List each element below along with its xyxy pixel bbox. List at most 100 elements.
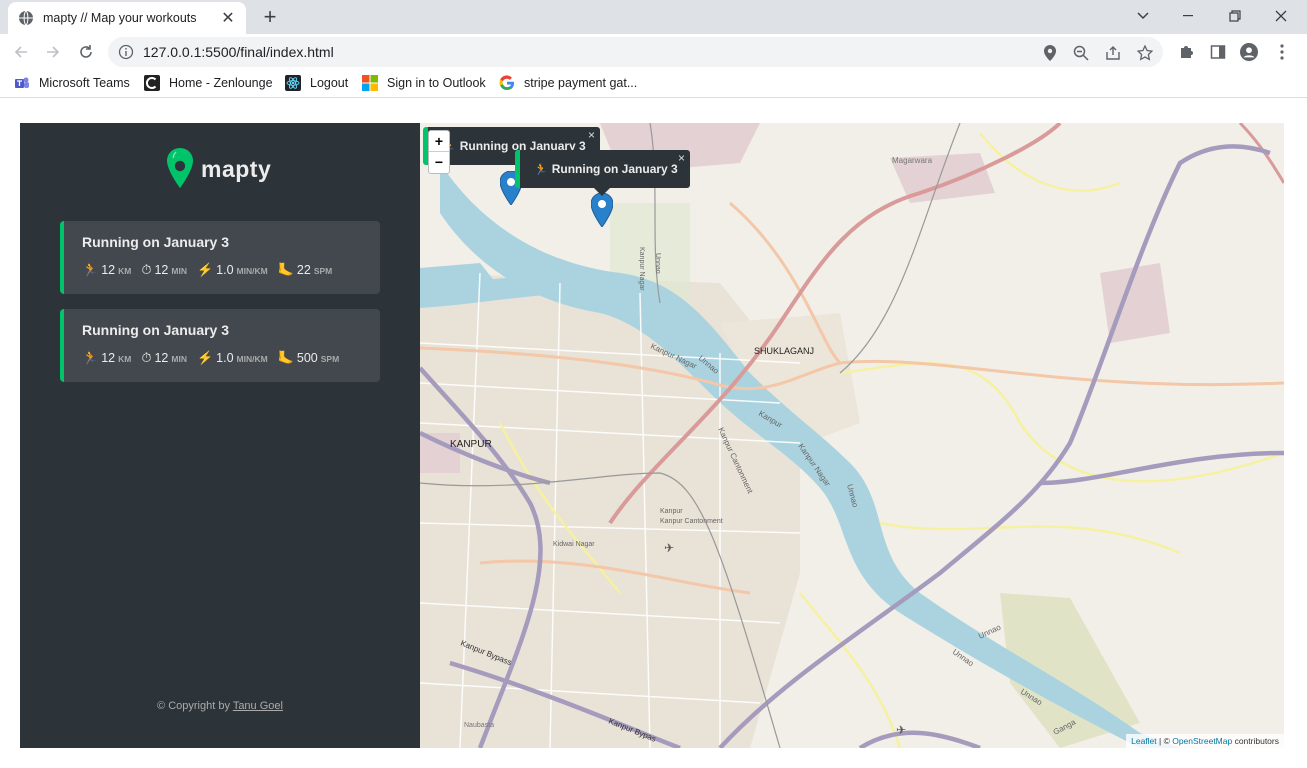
- attribution-separator: | ©: [1156, 736, 1173, 746]
- distance-unit: km: [118, 266, 132, 276]
- cadence-value: 22: [296, 263, 311, 277]
- share-icon[interactable]: [1104, 44, 1122, 62]
- location-pin-icon[interactable]: [1041, 44, 1059, 62]
- zoom-magnifier-icon[interactable]: [1072, 44, 1090, 62]
- bookmark-star-icon[interactable]: [1136, 44, 1154, 62]
- bookmark-label: Microsoft Teams: [39, 76, 130, 90]
- lightning-icon: ⚡: [196, 262, 214, 277]
- extensions-puzzle-icon[interactable]: [1177, 43, 1195, 61]
- profile-avatar-icon[interactable]: [1240, 43, 1258, 61]
- map-pin-logo-icon: [167, 148, 193, 188]
- zoom-control: + −: [428, 130, 450, 174]
- map-label-unnao-side: Unnao: [654, 253, 661, 274]
- workout-card[interactable]: Running on January 3 🏃 12 km ⏱ 12 min ⚡ …: [60, 221, 380, 294]
- popup-label: Running on January 3: [551, 162, 678, 176]
- leaflet-link[interactable]: Leaflet: [1131, 736, 1157, 746]
- map-tiles[interactable]: ✈ ✈ KANPUR SHUKLAGANJ Magarwara Kanpur K…: [420, 123, 1284, 748]
- attribution-suffix: contributors: [1232, 736, 1279, 746]
- google-icon: [499, 75, 514, 91]
- map-label-kanpur-side: Kanpur Nagar: [638, 247, 645, 291]
- browser-tab-bar: mapty // Map your workouts ✕ +: [0, 0, 1307, 34]
- bookmark-stripe-payment[interactable]: stripe payment gat...: [499, 75, 637, 91]
- back-arrow-icon[interactable]: [9, 40, 33, 64]
- sidebar: mapty Running on January 3 🏃 12 km ⏱ 12 …: [20, 123, 420, 748]
- copyright-prefix: © Copyright by: [157, 700, 233, 712]
- zoom-in-button[interactable]: +: [429, 131, 449, 152]
- duration-value: 12: [154, 351, 169, 365]
- map-attribution: Leaflet | © OpenStreetMap contributors: [1126, 734, 1284, 748]
- workout-distance: 🏃 12 km: [82, 262, 131, 278]
- bookmark-microsoft-teams[interactable]: Microsoft Teams: [14, 75, 130, 91]
- bookmark-label: Home - Zenlounge: [169, 76, 273, 90]
- stopwatch-icon: ⏱: [141, 262, 152, 277]
- duration-value: 12: [154, 263, 169, 277]
- pace-value: 1.0: [216, 263, 234, 277]
- reload-icon[interactable]: [74, 40, 98, 64]
- tab-search-chevron-down-icon[interactable]: [1129, 4, 1157, 28]
- bookmark-logout[interactable]: Logout: [285, 75, 348, 91]
- workout-distance: 🏃 12 km: [82, 350, 131, 366]
- map-label-kidwai-nagar: Kidwai Nagar: [553, 541, 595, 548]
- pace-value: 1.0: [216, 351, 234, 365]
- map-label-cantonment: Kanpur Cantonment: [660, 518, 723, 525]
- duration-unit: min: [171, 266, 187, 276]
- workout-cadence: 🦶 22 spm: [278, 262, 333, 278]
- address-bar[interactable]: 127.0.0.1:5500/final/index.html: [108, 37, 1163, 67]
- cadence-unit: spm: [313, 266, 333, 276]
- tab-title: mapty // Map your workouts: [43, 11, 197, 25]
- workout-popup[interactable]: 🏃 Running on January 3 ×: [515, 150, 690, 188]
- forward-arrow-icon[interactable]: [41, 40, 65, 64]
- map-label-shuklaganj: SHUKLAGANJ: [754, 346, 814, 356]
- workout-title: Running on January 3: [82, 234, 230, 250]
- map-label-kanpur-rail: Kanpur: [660, 508, 683, 515]
- running-icon: 🏃: [82, 350, 99, 365]
- bookmarks-bar: Microsoft Teams Home - Zenlounge Logout …: [0, 70, 1307, 98]
- pace-unit: min/km: [236, 266, 268, 276]
- svg-text:✈: ✈: [664, 541, 674, 555]
- map-label-magarwara: Magarwara: [892, 156, 933, 165]
- workout-pace: ⚡ 1.0 min/km: [197, 350, 268, 366]
- bookmark-label: stripe payment gat...: [524, 76, 638, 90]
- copyright: © Copyright by Tanu Goel: [20, 700, 420, 712]
- side-panel-icon[interactable]: [1209, 43, 1227, 61]
- bookmark-sign-in-to-outlook[interactable]: Sign in to Outlook: [362, 75, 486, 91]
- running-icon: 🏃: [82, 262, 99, 277]
- workout-duration: ⏱ 12 min: [141, 262, 187, 278]
- teams-icon: [15, 77, 29, 88]
- workout-title: Running on January 3: [82, 322, 230, 338]
- tab-close-icon[interactable]: ✕: [220, 8, 236, 28]
- minimize-icon[interactable]: [1175, 4, 1203, 28]
- lightning-icon: ⚡: [196, 350, 214, 365]
- info-icon[interactable]: [118, 44, 134, 60]
- map-marker-icon[interactable]: [591, 193, 613, 227]
- bookmark-label: Logout: [310, 76, 349, 90]
- menu-kebab-icon[interactable]: [1273, 43, 1291, 61]
- foot-icon: 🦶: [277, 350, 294, 365]
- workout-cadence: 🦶 500 spm: [278, 350, 339, 366]
- popup-close-icon[interactable]: ×: [678, 151, 685, 165]
- logo-text: mapty: [201, 155, 272, 182]
- osm-link[interactable]: OpenStreetMap: [1172, 736, 1232, 746]
- bookmark-home-zenlounge[interactable]: Home - Zenlounge: [144, 75, 273, 91]
- close-window-icon[interactable]: [1267, 4, 1295, 28]
- browser-tab[interactable]: mapty // Map your workouts ✕: [8, 2, 246, 34]
- bookmark-label: Sign in to Outlook: [387, 76, 486, 90]
- workout-card[interactable]: Running on January 3 🏃 12 km ⏱ 12 min ⚡ …: [60, 309, 380, 382]
- url-text: 127.0.0.1:5500/final/index.html: [143, 44, 334, 60]
- popup-close-icon[interactable]: ×: [588, 128, 595, 142]
- react-icon: [285, 75, 301, 91]
- map[interactable]: ✈ ✈ KANPUR SHUKLAGANJ Magarwara Kanpur K…: [420, 123, 1284, 748]
- author-link[interactable]: Tanu Goel: [233, 700, 283, 712]
- new-tab-button[interactable]: +: [260, 6, 280, 28]
- zoom-out-button[interactable]: −: [429, 152, 449, 173]
- logo: mapty: [167, 148, 271, 190]
- running-icon: 🏃: [534, 163, 548, 176]
- browser-toolbar: 127.0.0.1:5500/final/index.html: [0, 34, 1307, 70]
- stopwatch-icon: ⏱: [141, 350, 152, 365]
- workout-pace: ⚡ 1.0 min/km: [197, 262, 268, 278]
- restore-icon[interactable]: [1221, 4, 1249, 28]
- cadence-unit: spm: [320, 354, 340, 364]
- distance-value: 12: [101, 351, 116, 365]
- zenlounge-icon: [144, 75, 160, 91]
- distance-unit: km: [118, 354, 132, 364]
